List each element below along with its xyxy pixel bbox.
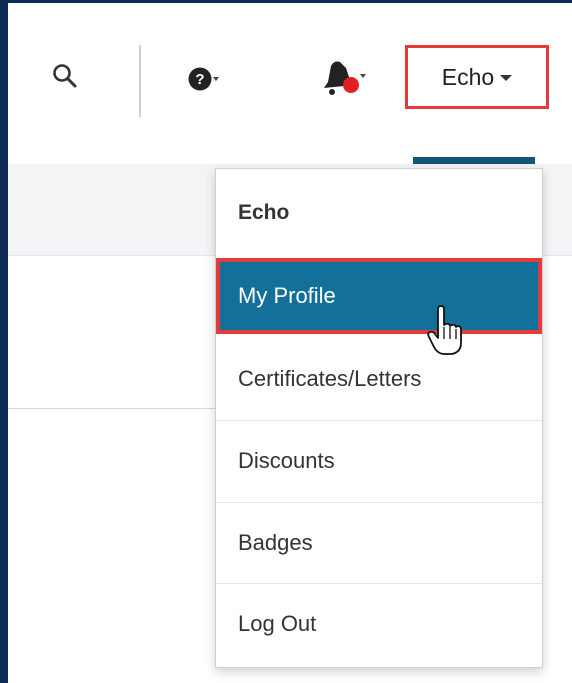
menu-item-my-profile[interactable]: My Profile xyxy=(216,258,542,334)
user-menu-label: Echo xyxy=(441,63,495,90)
hand-cursor-icon xyxy=(427,305,462,355)
menu-item-discounts[interactable]: Discounts xyxy=(216,421,542,501)
menu-item-log-out[interactable]: Log Out xyxy=(216,584,542,664)
menu-item-certificates-letters[interactable]: Certificates/Letters xyxy=(216,339,542,419)
menu-item-label: My Profile xyxy=(238,283,336,308)
svg-text:?: ? xyxy=(195,71,204,88)
help-icon[interactable]: ? xyxy=(188,65,220,93)
app-canvas: ? Echo Echo My Profile Certificates/Lett… xyxy=(8,3,572,683)
user-menu-button[interactable]: Echo xyxy=(405,45,549,109)
content-divider xyxy=(8,408,218,409)
menu-item-label: Discounts xyxy=(238,448,335,473)
bell-icon[interactable] xyxy=(318,58,372,98)
menu-item-label: Log Out xyxy=(238,611,317,636)
screenshot-frame: ? Echo Echo My Profile Certificates/Lett… xyxy=(0,0,572,683)
dropdown-header: Echo xyxy=(238,201,290,224)
active-tab-indicator xyxy=(413,157,535,164)
search-icon[interactable] xyxy=(52,63,78,89)
menu-item-label: Certificates/Letters xyxy=(238,366,422,391)
chevron-down-icon xyxy=(500,75,513,81)
toolbar-divider xyxy=(139,45,141,117)
menu-item-badges[interactable]: Badges xyxy=(216,503,542,583)
menu-item-label: Badges xyxy=(238,530,313,555)
user-dropdown-menu: Echo My Profile Certificates/Letters Dis… xyxy=(215,168,543,668)
